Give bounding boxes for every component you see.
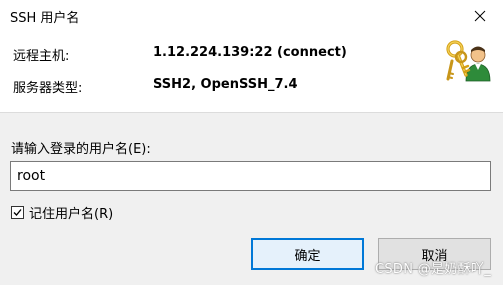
ssh-username-dialog: SSH 用户名 远程主机: 1.12.224.139:22 (connect) … bbox=[0, 0, 503, 285]
connection-info-panel: 远程主机: 1.12.224.139:22 (connect) 服务器类型: S… bbox=[0, 32, 503, 113]
remember-checkbox-box[interactable] bbox=[11, 205, 24, 219]
remote-host-value: 1.12.224.139:22 (connect) bbox=[153, 45, 347, 60]
title-bar[interactable]: SSH 用户名 bbox=[0, 0, 503, 32]
username-input[interactable] bbox=[10, 161, 491, 191]
watermark-text: CSDN @是奶酥吖_ bbox=[375, 262, 491, 277]
username-prompt-label: 请输入登录的用户名(E): bbox=[11, 142, 151, 157]
remember-username-checkbox[interactable]: 记住用户名(R) bbox=[11, 203, 114, 222]
remote-host-label: 远程主机: bbox=[13, 49, 70, 64]
keys-user-icon bbox=[444, 37, 492, 85]
close-icon bbox=[474, 7, 486, 26]
window-title: SSH 用户名 bbox=[10, 11, 80, 26]
checkmark-icon bbox=[13, 208, 22, 216]
server-type-label: 服务器类型: bbox=[13, 81, 83, 96]
remember-username-label: 记住用户名(R) bbox=[29, 206, 114, 222]
close-button[interactable] bbox=[457, 0, 503, 32]
ok-button[interactable]: 确定 bbox=[251, 238, 364, 270]
server-type-value: SSH2, OpenSSH_7.4 bbox=[153, 77, 298, 92]
